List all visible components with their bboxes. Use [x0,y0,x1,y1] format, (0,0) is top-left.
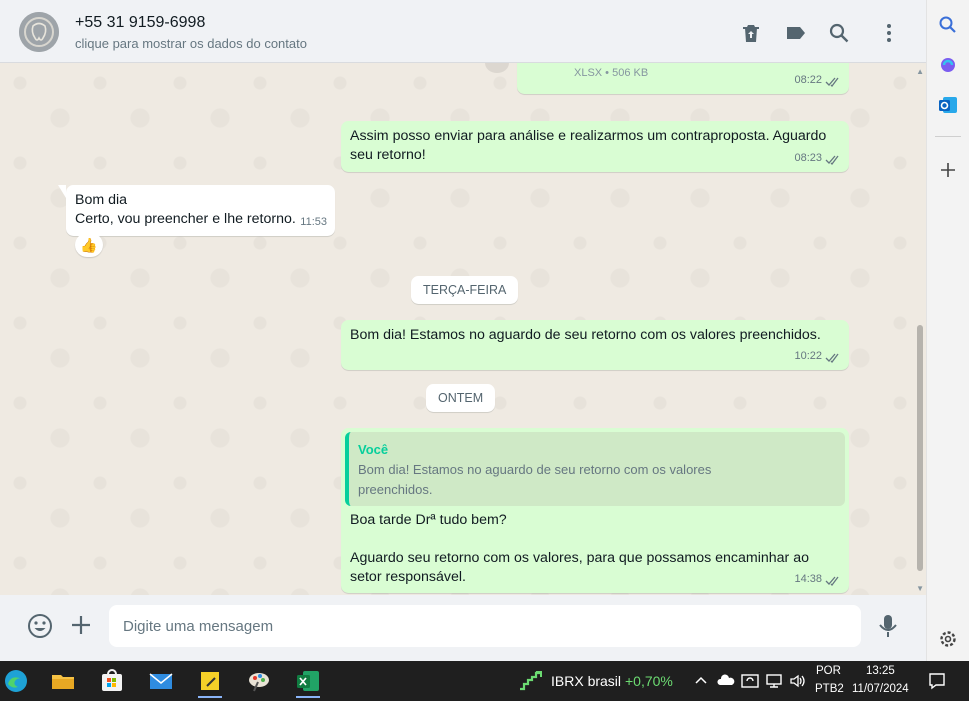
language-indicator[interactable]: POR [816,665,841,677]
scrollbar[interactable] [917,325,923,571]
message-time: 14:38 [794,573,822,585]
outgoing-message[interactable]: Assim posso enviar para análise e realiz… [341,121,849,172]
quoted-message[interactable]: Você Bom dia! Estamos no aguardo de seu … [345,432,845,506]
file-message-bubble[interactable]: XLSX • 506 KB 08:22 [517,63,849,94]
quote-author: Você [358,442,389,457]
store-icon[interactable] [92,664,132,698]
message-text: Boa tarde Drª tudo bem? Aguardo seu reto… [350,512,809,585]
search-icon[interactable] [827,21,851,45]
read-ticks-icon [825,574,841,586]
message-time: 10:22 [794,350,822,362]
chevron-up-icon[interactable] [694,673,708,690]
contact-name[interactable]: +55 31 9159-6998 [75,14,205,32]
clock-time[interactable]: 13:25 [866,665,895,677]
message-time: 08:23 [794,152,822,164]
message-text: Assim posso enviar para análise e realiz… [350,128,827,163]
menu-icon[interactable] [877,21,901,45]
paint-icon[interactable] [239,664,279,698]
stock-name[interactable]: IBRX brasil [551,673,621,689]
read-ticks-icon [825,351,841,363]
stock-chart-icon[interactable] [518,669,544,693]
outgoing-message[interactable]: Você Bom dia! Estamos no aguardo de seu … [341,428,849,593]
onedrive-icon[interactable] [717,673,735,690]
chat-window: +55 31 9159-6998 clique para mostrar os … [0,0,926,661]
read-ticks-icon [825,153,841,165]
add-icon[interactable] [937,159,959,181]
message-meta: 10:22 [794,347,841,366]
notification-icon[interactable] [928,672,946,690]
contact-subtitle[interactable]: clique para mostrar os dados do contato [75,36,307,51]
reaction-badge[interactable]: 👍 [75,233,103,257]
network-icon[interactable] [765,673,783,692]
settings-icon[interactable] [937,628,959,650]
search-icon[interactable] [937,14,959,36]
delete-icon[interactable] [739,21,763,45]
day-separator: TERÇA-FEIRA [411,276,519,304]
mail-icon[interactable] [141,664,181,698]
message-meta: 08:23 [794,149,841,168]
chat-header[interactable]: +55 31 9159-6998 clique para mostrar os … [0,0,926,63]
keyboard-layout[interactable]: PTB2 [815,683,844,695]
volume-icon[interactable] [789,673,807,692]
sticky-notes-icon[interactable] [190,664,230,698]
file-meta: XLSX • 506 KB [574,67,649,79]
read-ticks-icon [825,75,841,87]
message-time: 08:22 [794,74,822,86]
forward-icon[interactable] [485,63,509,73]
message-text: Bom dia Certo, vou preencher e lhe retor… [75,192,296,227]
edge-icon[interactable] [0,664,36,698]
message-meta: 11:53 [300,213,327,232]
emoji-icon[interactable] [27,613,53,639]
avatar[interactable] [19,12,59,52]
excel-icon[interactable] [288,664,328,698]
file-explorer-icon[interactable] [43,664,83,698]
message-time: 11:53 [300,216,327,228]
quote-text: Bom dia! Estamos no aguardo de seu retor… [358,462,712,497]
sync-icon[interactable] [741,673,759,692]
day-separator: ONTEM [426,384,496,412]
outgoing-message[interactable]: Bom dia! Estamos no aguardo de seu retor… [341,320,849,370]
copilot-icon[interactable] [937,54,959,76]
clock-date[interactable]: 11/07/2024 [852,683,909,695]
message-input[interactable] [109,605,861,647]
divider [935,136,961,137]
browser-side-panel [926,0,969,661]
scroll-down-arrow-icon[interactable]: ▼ [916,584,924,593]
attach-plus-icon[interactable] [69,613,93,637]
label-icon[interactable] [784,21,808,45]
message-meta: 14:38 [794,570,841,589]
incoming-message[interactable]: Bom dia Certo, vou preencher e lhe retor… [58,185,335,236]
microphone-icon[interactable] [876,613,900,639]
message-text: Bom dia! Estamos no aguardo de seu retor… [350,327,821,343]
taskbar: IBRX brasil +0,70% POR PTB2 13:25 11/07/… [0,661,969,701]
message-list[interactable]: XLSX • 506 KB 08:22 Assim posso enviar p… [0,63,926,595]
composer [0,595,926,661]
outlook-icon[interactable] [937,94,959,116]
message-meta: 08:22 [794,71,841,90]
scroll-up-arrow-icon[interactable]: ▲ [916,67,924,76]
stock-change[interactable]: +0,70% [625,673,673,689]
